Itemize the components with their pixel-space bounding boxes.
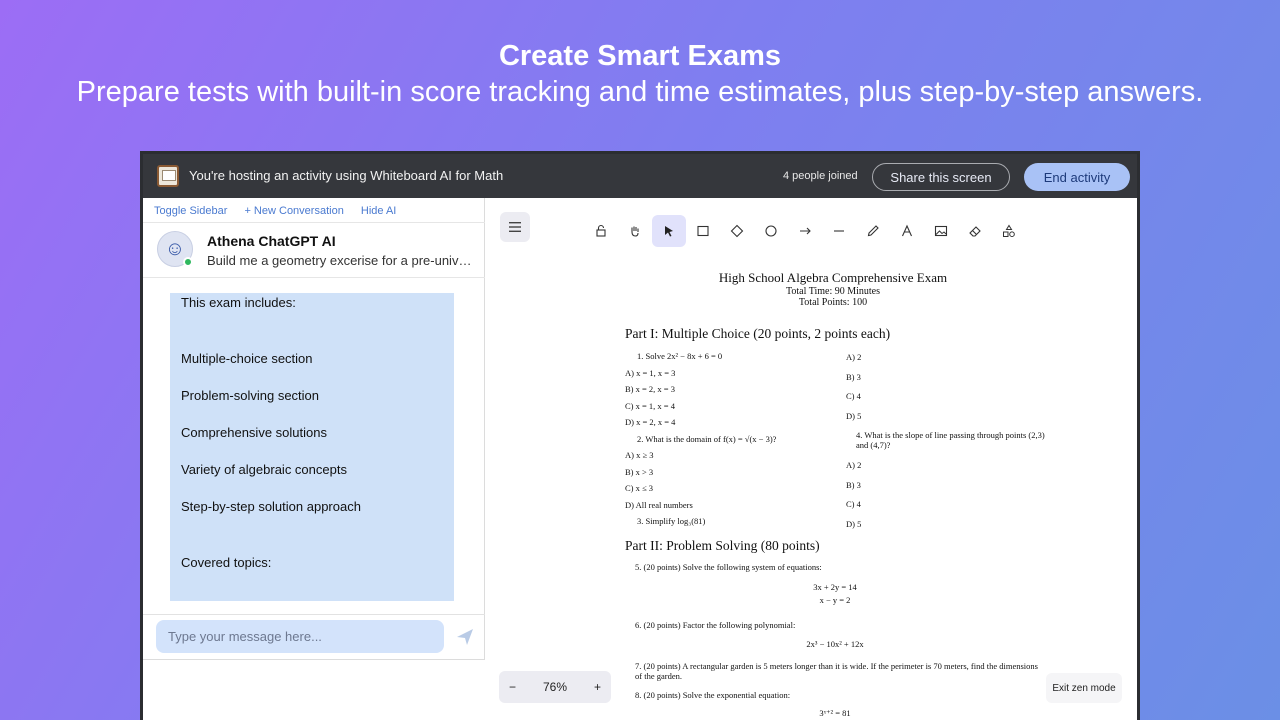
question: 6. (20 points) Factor the following poly…	[635, 620, 796, 630]
line-icon[interactable]	[822, 215, 856, 247]
exam-document: High School Algebra Comprehensive Exam T…	[613, 270, 1053, 308]
share-screen-button[interactable]: Share this screen	[872, 163, 1010, 191]
zoom-out-button[interactable]: −	[509, 680, 516, 694]
equation: 2x³ − 10x² + 12x	[806, 639, 864, 649]
message-line: Multiple-choice section	[181, 351, 313, 366]
whiteboard-app-icon	[157, 165, 179, 187]
option: A) x ≥ 3	[625, 450, 654, 460]
chat-input-row	[143, 614, 485, 660]
hamburger-icon	[509, 222, 521, 232]
rectangle-icon[interactable]	[686, 215, 720, 247]
part2: Part II: Problem Solving (80 points) 5. …	[625, 538, 1045, 719]
end-activity-button[interactable]: End activity	[1024, 163, 1130, 191]
exam-title: High School Algebra Comprehensive Exam	[718, 270, 948, 285]
chat-message-input[interactable]	[156, 620, 444, 653]
shapes-icon[interactable]	[992, 215, 1026, 247]
message-line: Variety of algebraic concepts	[181, 462, 347, 477]
image-icon[interactable]	[924, 215, 958, 247]
option: D) x = 2, x = 4	[625, 417, 676, 427]
zoom-control: − 76% +	[499, 671, 611, 703]
option: B) 3	[846, 479, 861, 490]
option: B) x = 2, x = 3	[625, 384, 675, 394]
question: 4. What is the slope of line passing thr…	[856, 430, 1045, 450]
text-icon[interactable]	[890, 215, 924, 247]
option: B) 3	[846, 371, 861, 382]
option: D) All real numbers	[625, 499, 693, 510]
question: 7. (20 points) A rectangular garden is 5…	[635, 661, 1038, 681]
equation: 3ˣ⁺² = 81	[819, 708, 851, 718]
question: 1. Solve 2x² − 8x + 6 = 0	[637, 351, 723, 361]
part2-heading: Part II: Problem Solving (80 points)	[625, 538, 820, 553]
ellipse-icon[interactable]	[754, 215, 788, 247]
exit-zen-mode-button[interactable]: Exit zen mode	[1046, 673, 1122, 703]
drawing-toolbar	[584, 215, 1026, 247]
menu-button[interactable]	[500, 212, 530, 242]
equation: x − y = 2	[819, 595, 851, 605]
part1-heading: Part I: Multiple Choice (20 points, 2 po…	[625, 326, 891, 341]
option: A) x = 1, x = 3	[625, 367, 676, 378]
part1-left-column: 1. Solve 2x² − 8x + 6 = 0 A) x = 1, x = …	[625, 348, 840, 530]
bot-name: Athena ChatGPT AI	[207, 233, 336, 249]
hosting-text: You're hosting an activity using Whitebo…	[189, 168, 504, 183]
part1-right-column: A) 2 B) 3 C) 4 D) 5 4. What is the slope…	[842, 348, 1052, 534]
option: C) x = 1, x = 4	[625, 400, 675, 411]
diamond-icon[interactable]	[720, 215, 754, 247]
option: C) 4	[846, 499, 861, 509]
exam-time: Total Time: 90 Minutes	[785, 286, 881, 297]
message-line: This exam includes:	[181, 295, 296, 310]
option: A) 2	[846, 352, 862, 362]
option: D) 5	[846, 410, 862, 421]
bot-preview: Build me a geometry excerise for a pre-u…	[207, 253, 473, 268]
ai-sidebar: Toggle Sidebar + New Conversation Hide A…	[143, 198, 485, 660]
message-line: Problem-solving section	[181, 388, 320, 403]
option: B) x > 3	[625, 466, 654, 477]
app-window: You're hosting an activity using Whitebo…	[140, 151, 1140, 720]
message-line: Comprehensive solutions	[181, 425, 327, 440]
option: A) 2	[846, 460, 862, 470]
sidebar-links: Toggle Sidebar + New Conversation Hide A…	[154, 205, 410, 217]
new-conversation-link[interactable]: + New Conversation	[244, 205, 343, 217]
people-joined: 4 people joined	[783, 170, 858, 182]
zoom-in-button[interactable]: +	[594, 680, 601, 694]
hand-icon[interactable]	[618, 215, 652, 247]
equation: 3x + 2y = 14	[813, 582, 857, 592]
hero-title: Create Smart Exams	[498, 40, 782, 72]
ai-message: This exam includes: Multiple-choice sect…	[170, 293, 454, 601]
send-icon[interactable]	[455, 627, 475, 647]
chat-header: ☺ Athena ChatGPT AI Build me a geometry …	[143, 222, 485, 278]
message-line: Covered topics:	[181, 555, 272, 570]
question: 5. (20 points) Solve the following syste…	[635, 562, 822, 572]
message-line: Step-by-step solution approach	[181, 499, 361, 514]
toggle-sidebar-link[interactable]: Toggle Sidebar	[154, 205, 227, 217]
online-status-dot	[183, 257, 193, 267]
option: D) 5	[846, 518, 862, 529]
zoom-level[interactable]: 76%	[543, 680, 567, 694]
exam-body: Part I: Multiple Choice (20 points, 2 po…	[625, 326, 1045, 342]
arrow-icon[interactable]	[788, 215, 822, 247]
lock-icon[interactable]	[584, 215, 618, 247]
question: 2. What is the domain of f(x) = √(x − 3)…	[637, 433, 777, 444]
option: C) x ≤ 3	[625, 483, 654, 493]
hide-ai-link[interactable]: Hide AI	[361, 205, 396, 217]
hero-subtitle: Prepare tests with built-in score tracki…	[76, 76, 1204, 108]
activity-bar: You're hosting an activity using Whitebo…	[143, 154, 1137, 198]
question: 8. (20 points) Solve the exponential equ…	[635, 690, 791, 700]
question: 3. Simplify log₃(81)	[637, 516, 706, 526]
exam-points: Total Points: 100	[798, 297, 868, 308]
eraser-icon[interactable]	[958, 215, 992, 247]
pointer-icon[interactable]	[652, 215, 686, 247]
pencil-icon[interactable]	[856, 215, 890, 247]
option: C) 4	[846, 391, 861, 401]
